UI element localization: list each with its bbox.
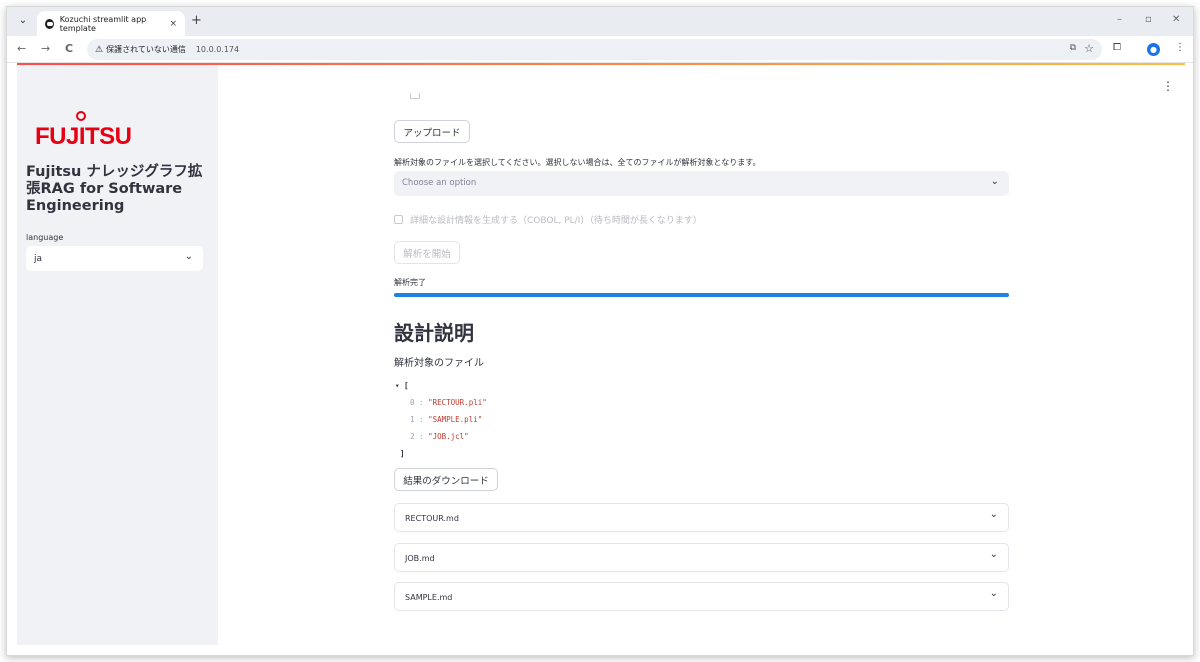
back-button[interactable]: ← [17,42,26,55]
json-value: "SAMPLE.pli" [428,415,483,424]
reload-button[interactable]: C [65,42,73,55]
files-label: 解析対象のファイル [394,358,484,369]
file-select-instruction: 解析対象のファイルを選択してください。選択しない場合は、全てのファイルが解析対象… [394,158,761,167]
sidebar: FUJITSU Fujitsu ナレッジグラフ拡張RAG for Softwar… [17,65,218,645]
scrolled-widget-edge [410,93,420,99]
expander-label: JOB.md [405,554,435,563]
json-value: "JOB.jcl" [428,432,469,441]
page-heading: 設計説明 [394,321,474,345]
tab-close-icon[interactable]: × [169,19,177,29]
app-title: Fujitsu ナレッジグラフ拡張RAG for Software Engine… [26,164,203,214]
profile-avatar-icon[interactable]: ● [1147,43,1160,56]
upload-button[interactable]: アップロード [394,120,470,143]
tab-search-dropdown[interactable]: ⌄ [15,13,31,29]
chevron-down-icon: ⌄ [989,549,998,560]
bookmark-star-icon[interactable]: ☆ [1084,42,1094,55]
detail-checkbox-label: 詳細な設計情報を生成する（COBOL, PL/I）（待ち時間が長くなります） [410,216,702,226]
url-text[interactable]: 10.0.0.174 [196,45,239,54]
restore-button[interactable]: ▫ [1145,14,1152,25]
expander-label: SAMPLE.md [405,593,453,602]
address-bar[interactable]: ⚠ 保護されていない通信 10.0.0.174 ⧉ ☆ [87,39,1102,60]
file-multiselect[interactable]: Choose an option ⌄ [394,171,1009,196]
fujitsu-logo: FUJITSU [35,123,132,150]
checkbox-box[interactable] [394,215,403,224]
start-analysis-button[interactable]: 解析を開始 [394,241,460,264]
expander-job[interactable]: JOB.md ⌄ [394,543,1009,572]
status-text: 解析完了 [394,278,426,287]
json-value: "RECTOUR.pli" [428,398,487,407]
streamlit-favicon-icon [45,18,54,29]
json-close-bracket: ] [400,449,405,458]
progress-bar [394,293,1009,297]
language-select[interactable]: ja ⌄ [26,246,203,271]
window-close-button[interactable]: ✕ [1172,14,1180,25]
chevron-down-icon: ⌄ [990,176,999,187]
new-tab-button[interactable]: + [191,13,202,28]
browser-tab[interactable]: Kozuchi streamlit app template × [37,11,185,36]
json-row: 0 : "RECTOUR.pli" [410,398,487,407]
progress-fill [394,293,1009,297]
json-open-bracket: [ [404,381,409,390]
minimize-button[interactable]: – [1117,14,1122,25]
json-row: 2 : "JOB.jcl" [410,432,469,441]
forward-button[interactable]: → [41,42,50,55]
file-select-placeholder: Choose an option [402,178,477,188]
language-value: ja [34,254,43,264]
json-row: 1 : "SAMPLE.pli" [410,415,483,424]
expander-rectour[interactable]: RECTOUR.md ⌄ [394,503,1009,532]
expander-sample[interactable]: SAMPLE.md ⌄ [394,582,1009,611]
tab-strip: ⌄ Kozuchi streamlit app template × + – ▫… [7,7,1193,36]
language-label: language [26,233,64,242]
translate-icon[interactable]: ⧉ [1070,43,1076,53]
extensions-icon[interactable]: ⧠ [1113,42,1121,53]
warning-icon[interactable]: ⚠ [95,45,103,55]
detail-checkbox[interactable]: 詳細な設計情報を生成する（COBOL, PL/I）（待ち時間が長くなります） [394,213,702,226]
browser-toolbar: ← → C ⚠ 保護されていない通信 10.0.0.174 ⧉ ☆ ⧠ ● ⋮ [7,36,1193,63]
json-collapse-toggle-icon[interactable]: ▾ [395,381,400,390]
expander-label: RECTOUR.md [405,514,459,523]
browser-window: ⌄ Kozuchi streamlit app template × + – ▫… [6,6,1194,656]
logo-infinity-mark [76,111,86,121]
app-menu-icon[interactable]: ⋮ [1162,79,1174,93]
chevron-down-icon: ⌄ [989,588,998,599]
download-results-button[interactable]: 結果のダウンロード [394,468,498,491]
chevron-down-icon: ⌄ [989,509,998,520]
tab-title: Kozuchi streamlit app template [59,14,147,33]
chevron-down-icon: ⌄ [184,251,193,262]
browser-menu-icon[interactable]: ⋮ [1175,42,1185,53]
security-status[interactable]: 保護されていない通信 [106,44,186,55]
